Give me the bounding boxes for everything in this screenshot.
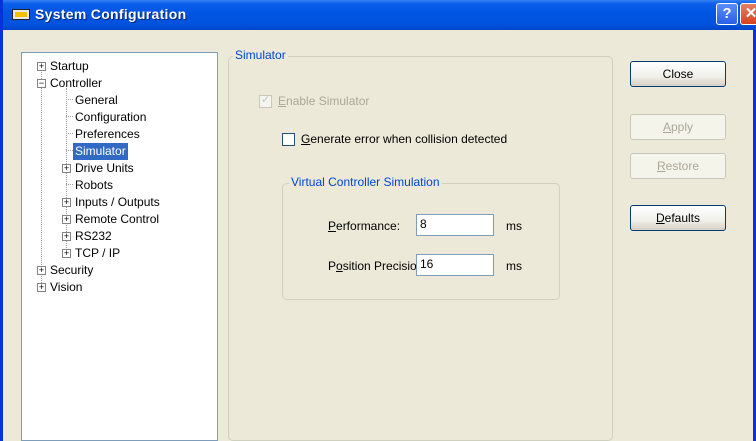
position-precision-input[interactable]: 16 bbox=[416, 254, 494, 276]
expand-icon[interactable]: + bbox=[62, 232, 71, 241]
tree-item-tcp-ip[interactable]: + TCP / IP bbox=[22, 245, 217, 262]
restore-text: estore bbox=[665, 159, 700, 173]
close-window-button[interactable]: ✕ bbox=[740, 3, 756, 25]
close-button[interactable]: Close bbox=[630, 61, 726, 87]
simulator-group-label: Simulator bbox=[233, 48, 288, 62]
app-icon bbox=[12, 9, 30, 20]
defaults-mnemonic: D bbox=[655, 211, 665, 225]
expand-icon[interactable]: + bbox=[37, 266, 46, 275]
position-precision-prefix: P bbox=[328, 259, 337, 273]
tree-item-label: Configuration bbox=[75, 110, 147, 124]
expand-icon[interactable]: + bbox=[37, 283, 46, 292]
enable-simulator-label: Enable Simulator bbox=[278, 94, 369, 108]
collision-error-mnemonic: G bbox=[301, 132, 311, 146]
performance-unit: ms bbox=[506, 219, 522, 233]
tree-item-configuration[interactable]: Configuration bbox=[22, 109, 217, 126]
expand-icon[interactable]: + bbox=[62, 198, 71, 207]
check-mark-icon: ✓ bbox=[261, 94, 271, 106]
tree-item-remote-control[interactable]: + Remote Control bbox=[22, 211, 217, 228]
tree-item-label: Remote Control bbox=[75, 212, 160, 226]
performance-mnemonic: P bbox=[328, 219, 337, 233]
tree-item-label: Security bbox=[50, 263, 94, 277]
tree-item-label: Vision bbox=[50, 280, 83, 294]
enable-simulator-checkbox[interactable]: ✓ bbox=[259, 94, 272, 108]
defaults-button[interactable]: Defaults bbox=[630, 205, 726, 231]
expand-icon[interactable]: + bbox=[62, 249, 71, 258]
tree-item-label: General bbox=[75, 93, 118, 107]
tree-item-label: RS232 bbox=[75, 229, 112, 243]
window-title: System Configuration bbox=[35, 6, 187, 22]
tree-item-label: Controller bbox=[50, 76, 103, 90]
enable-simulator-text: nable Simulator bbox=[286, 94, 370, 108]
restore-button[interactable]: Restore bbox=[630, 153, 726, 179]
tree-item-security[interactable]: + Security bbox=[22, 262, 217, 279]
tree-item-label: Drive Units bbox=[75, 161, 134, 175]
tree-item-simulator[interactable]: Simulator bbox=[22, 143, 217, 160]
tree-item-label: Robots bbox=[75, 178, 114, 192]
defaults-text: efaults bbox=[664, 211, 701, 225]
collision-error-text: enerate error when collision detected bbox=[310, 132, 508, 146]
tree-item-label: Preferences bbox=[75, 127, 140, 141]
tree-item-rs232[interactable]: + RS232 bbox=[22, 228, 217, 245]
help-button[interactable]: ? bbox=[716, 3, 738, 25]
tree-item-inputs-outputs[interactable]: + Inputs / Outputs bbox=[22, 194, 217, 211]
performance-label: Performance: bbox=[328, 219, 400, 233]
virtual-controller-group bbox=[282, 183, 560, 300]
tree-item-controller[interactable]: − Controller bbox=[22, 75, 217, 92]
expand-icon[interactable]: + bbox=[37, 62, 46, 71]
config-tree[interactable]: + Startup − Controller General Configura… bbox=[21, 52, 218, 441]
tree-item-label: Startup bbox=[50, 59, 89, 73]
position-precision-label: Position Precision: bbox=[328, 259, 427, 273]
apply-mnemonic: A bbox=[662, 120, 671, 134]
tree-item-vision[interactable]: + Vision bbox=[22, 279, 217, 296]
tree-item-label: Inputs / Outputs bbox=[75, 195, 160, 209]
tree-item-general[interactable]: General bbox=[22, 92, 217, 109]
collision-error-checkbox[interactable] bbox=[282, 133, 295, 146]
expand-icon[interactable]: + bbox=[62, 164, 71, 173]
apply-button[interactable]: Apply bbox=[630, 114, 726, 140]
apply-text: pply bbox=[671, 120, 694, 134]
tree-item-label-selected: Simulator bbox=[73, 143, 128, 160]
tree-item-label: TCP / IP bbox=[75, 246, 121, 260]
collision-error-label: Generate error when collision detected bbox=[301, 132, 507, 146]
tree-item-drive-units[interactable]: + Drive Units bbox=[22, 160, 217, 177]
performance-input[interactable]: 8 bbox=[416, 214, 494, 236]
tree-item-startup[interactable]: + Startup bbox=[22, 58, 217, 75]
virtual-controller-group-label: Virtual Controller Simulation bbox=[289, 175, 442, 189]
position-precision-mnemonic: o bbox=[336, 259, 343, 273]
performance-text: erformance: bbox=[336, 219, 401, 233]
position-precision-unit: ms bbox=[506, 259, 522, 273]
tree-item-robots[interactable]: Robots bbox=[22, 177, 217, 194]
collapse-icon[interactable]: − bbox=[37, 79, 46, 88]
tree-item-preferences[interactable]: Preferences bbox=[22, 126, 217, 143]
restore-mnemonic: R bbox=[656, 159, 666, 173]
position-precision-text: sition Precision: bbox=[342, 259, 427, 273]
expand-icon[interactable]: + bbox=[62, 215, 71, 224]
system-configuration-window: System Configuration ? ✕ + Startup − Con… bbox=[0, 0, 756, 441]
enable-simulator-mnemonic: E bbox=[278, 94, 287, 108]
title-bar[interactable]: System Configuration ? ✕ bbox=[3, 0, 756, 30]
